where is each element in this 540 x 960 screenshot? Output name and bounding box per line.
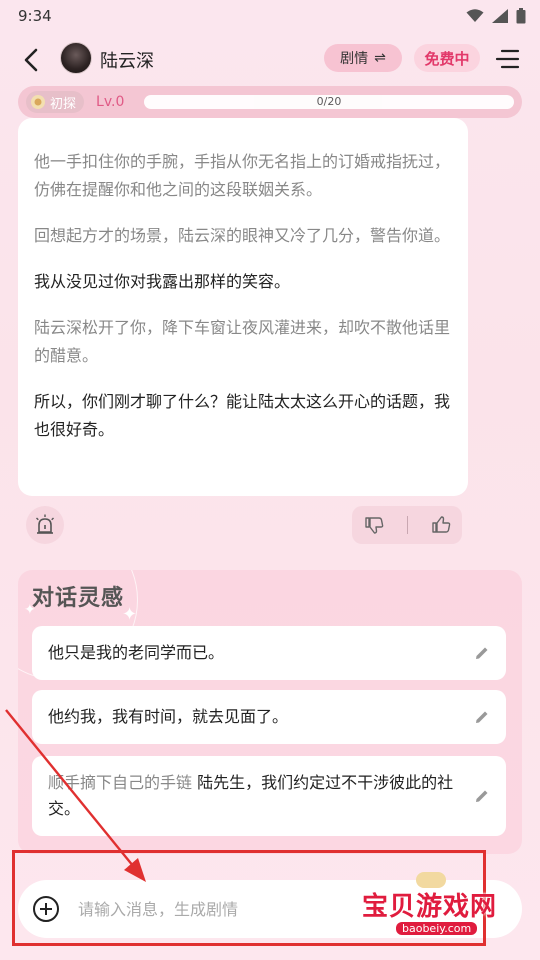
alarm-light-icon (36, 514, 54, 534)
switch-arrows-icon: ⇌ (374, 50, 386, 66)
annotation-arrow-icon (5, 709, 146, 882)
suggestion-item[interactable]: 他只是我的老同学而已。 (32, 626, 506, 680)
free-status-button[interactable]: 免费中 (414, 44, 480, 72)
character-name[interactable]: 陆云深 (100, 47, 154, 73)
brand-watermark: 宝贝游戏网 baobeiy.com (362, 872, 512, 944)
message-actions (18, 506, 468, 544)
alarm-button[interactable] (26, 506, 64, 544)
pencil-icon[interactable] (474, 709, 490, 725)
chat-message-card: 他一手扣住你的手腕，手指从你无名指上的订婚戒指抚过，仿佛在提醒你和他之间的这段联… (18, 118, 468, 496)
plot-switch-button[interactable]: 剧情 ⇌ (324, 44, 402, 72)
signal-icon (492, 9, 508, 23)
sparkle-icon: ✦ (122, 604, 138, 625)
narration-text: 回想起方才的场景，陆云深的眼神又冷了几分，警告你道。 (34, 226, 451, 245)
level-badge: 初探 (26, 91, 85, 113)
status-time: 9:34 (18, 7, 52, 25)
feedback-divider (406, 516, 408, 534)
dialogue-text: 我从没见过你对我露出那样的笑容。 (34, 272, 291, 291)
inspiration-title: 对话灵感 (32, 585, 125, 611)
status-bar: 9:34 (0, 0, 540, 32)
watermark-url: baobeiy.com (396, 922, 478, 935)
intimacy-level-bar: 初探 Lv.0 0/20 (18, 86, 522, 118)
badge-crest-icon (31, 95, 45, 109)
thumbs-up-icon[interactable] (431, 515, 451, 535)
pencil-icon[interactable] (474, 788, 490, 804)
level-label: Lv.0 (96, 94, 125, 110)
level-progress-text: 0/20 (316, 95, 342, 108)
dialogue-text: 所以，你们刚才聊了什么？能让陆太太这么开心的话题，我也很好奇。 (34, 392, 451, 439)
pencil-icon[interactable] (474, 645, 490, 661)
suggestion-text: 他只是我的老同学而已。 (48, 643, 225, 662)
back-arrow-icon[interactable] (18, 46, 46, 74)
character-avatar[interactable] (60, 42, 92, 74)
level-progress: 0/20 (144, 95, 514, 109)
narration-text: 陆云深松开了你，降下车窗让夜风灌进来，却吹不散他话里的醋意。 (34, 318, 451, 365)
watermark-brand: 宝贝游戏网 (362, 892, 498, 922)
narration-text: 他一手扣住你的手腕，手指从你无名指上的订婚戒指抚过，仿佛在提醒你和他之间的这段联… (34, 152, 451, 199)
plot-switch-label: 剧情 (340, 51, 369, 67)
feedback-buttons (352, 506, 462, 544)
level-badge-label: 初探 (50, 96, 77, 112)
thumbs-down-icon[interactable] (364, 515, 384, 535)
battery-icon (516, 8, 526, 24)
menu-icon[interactable] (494, 46, 520, 72)
status-icons (466, 8, 526, 24)
chat-header: 陆云深 剧情 ⇌ 免费中 (0, 38, 540, 82)
wifi-icon (466, 9, 484, 22)
